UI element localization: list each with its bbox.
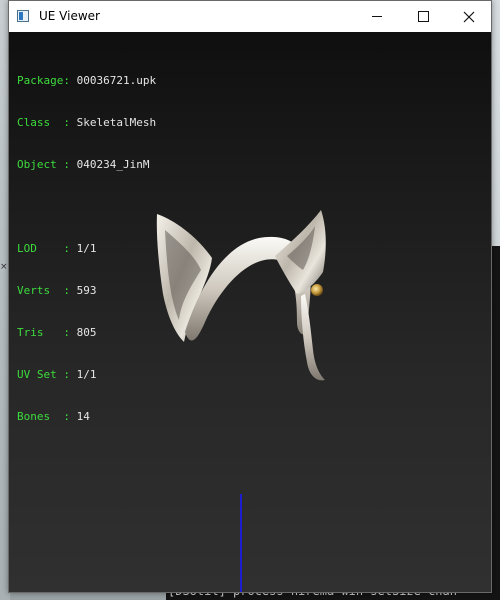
- close-button[interactable]: [446, 1, 492, 32]
- blue-axis-line: [240, 494, 242, 592]
- close-icon: [463, 11, 475, 22]
- app-icon: [17, 10, 29, 22]
- resize-arrow-icon: ×: [0, 262, 8, 272]
- maximize-button[interactable]: [400, 1, 446, 32]
- minimize-button[interactable]: [354, 1, 400, 32]
- 3d-viewport[interactable]: Package: 00036721.upk Class : SkeletalMe…: [9, 32, 491, 592]
- dangling-charm: [301, 284, 325, 381]
- ue-viewer-window: UE Viewer Package: 00036721.upk Class : …: [8, 0, 492, 593]
- window-title: UE Viewer: [39, 9, 100, 23]
- skeletal-mesh-cat-ear-headband: [156, 210, 326, 381]
- minimize-icon: [372, 16, 382, 17]
- title-bar[interactable]: UE Viewer: [9, 1, 491, 32]
- maximize-icon: [417, 11, 429, 22]
- right-ear: [275, 210, 326, 294]
